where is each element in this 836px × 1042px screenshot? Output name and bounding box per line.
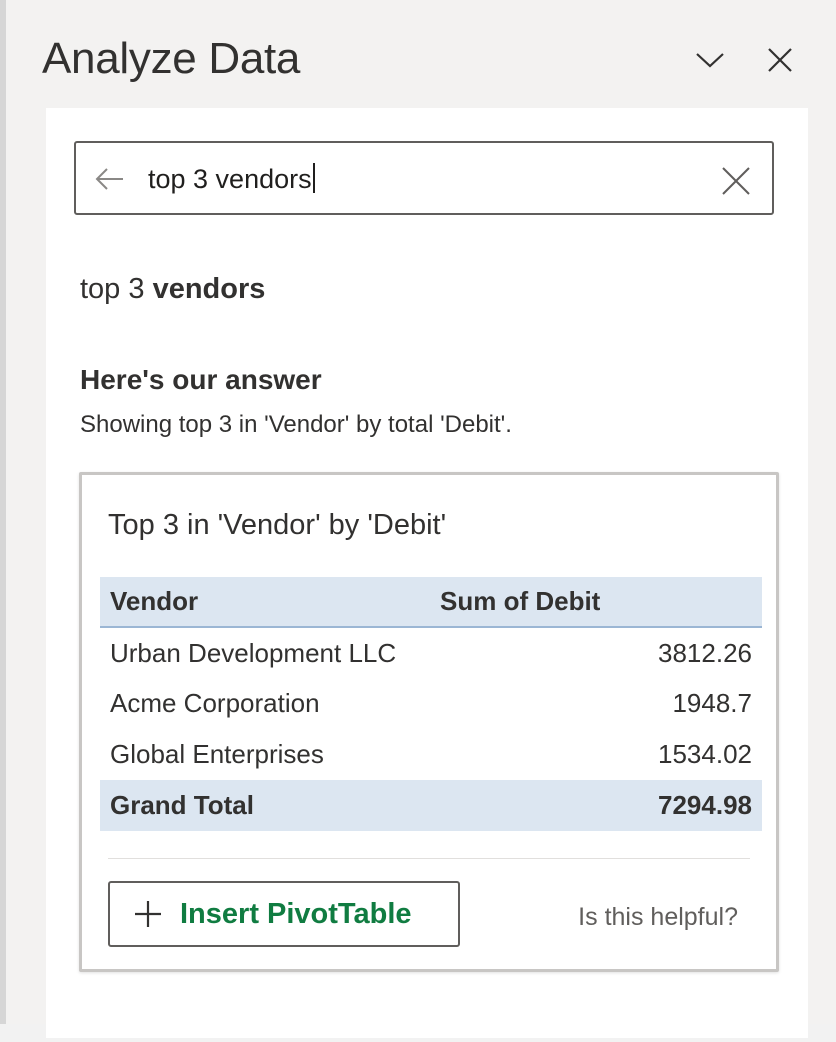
close-pane-button[interactable]: [760, 40, 800, 80]
close-icon: [768, 48, 792, 72]
collapse-pane-button[interactable]: [690, 40, 730, 80]
search-box[interactable]: top 3 vendors: [74, 141, 774, 215]
next-result-heading-cutoff: [80, 1022, 500, 1042]
query-echo: top 3 vendors: [80, 273, 265, 306]
vendor-cell: Global Enterprises: [110, 739, 324, 769]
chevron-down-icon: [696, 53, 724, 68]
table-row: Urban Development LLC 3812.26: [100, 627, 762, 678]
plus-icon: [130, 896, 166, 932]
pane-header: Analyze Data: [42, 30, 836, 94]
column-header-vendor: Vendor: [100, 577, 430, 628]
result-card-title: Top 3 in 'Vendor' by 'Debit': [108, 509, 447, 541]
divider: [108, 858, 750, 859]
debit-cell: 1948.7: [672, 688, 752, 718]
answer-heading: Here's our answer: [80, 364, 322, 395]
pivot-table: Vendor Sum of Debit Urban Development LL…: [100, 577, 762, 831]
query-echo-bold: vendors: [152, 273, 266, 305]
insert-pivottable-button[interactable]: Insert PivotTable: [108, 881, 460, 947]
arrow-left-icon: [95, 168, 123, 190]
table-header-row: Vendor Sum of Debit: [100, 577, 762, 628]
table-row: Acme Corporation 1948.7: [100, 678, 762, 729]
back-button[interactable]: [94, 163, 126, 195]
grand-total-row: Grand Total 7294.98: [100, 780, 762, 831]
answer-description: Showing top 3 in 'Vendor' by total 'Debi…: [80, 411, 512, 438]
vendor-cell: Urban Development LLC: [110, 637, 397, 668]
debit-cell: 1534.02: [658, 739, 752, 769]
next-result-peek: [80, 1012, 500, 1042]
analyze-data-pane: Analyze Data top 3 vendors top 3 vendors…: [0, 0, 836, 1038]
debit-cell: 3812.26: [658, 637, 752, 668]
query-echo-plain: top 3: [80, 273, 153, 305]
pane-title: Analyze Data: [42, 34, 301, 83]
grand-total-value: 7294.98: [430, 780, 762, 831]
vendor-cell: Acme Corporation: [110, 688, 320, 718]
clear-icon: [722, 167, 750, 195]
column-header-sum-of-debit: Sum of Debit: [430, 577, 762, 628]
search-input-text: top 3 vendors: [148, 164, 312, 194]
search-input[interactable]: top 3 vendors: [148, 159, 708, 199]
feedback-link[interactable]: Is this helpful?: [578, 903, 738, 932]
insert-pivottable-label: Insert PivotTable: [180, 897, 412, 930]
clear-search-button[interactable]: [718, 163, 754, 199]
results-panel: top 3 vendors top 3 vendors Here's our a…: [46, 108, 808, 1038]
grand-total-label: Grand Total: [100, 780, 430, 831]
table-row: Global Enterprises 1534.02: [100, 729, 762, 780]
result-card: Top 3 in 'Vendor' by 'Debit' Vendor Sum …: [79, 472, 779, 972]
text-caret: [312, 163, 315, 193]
